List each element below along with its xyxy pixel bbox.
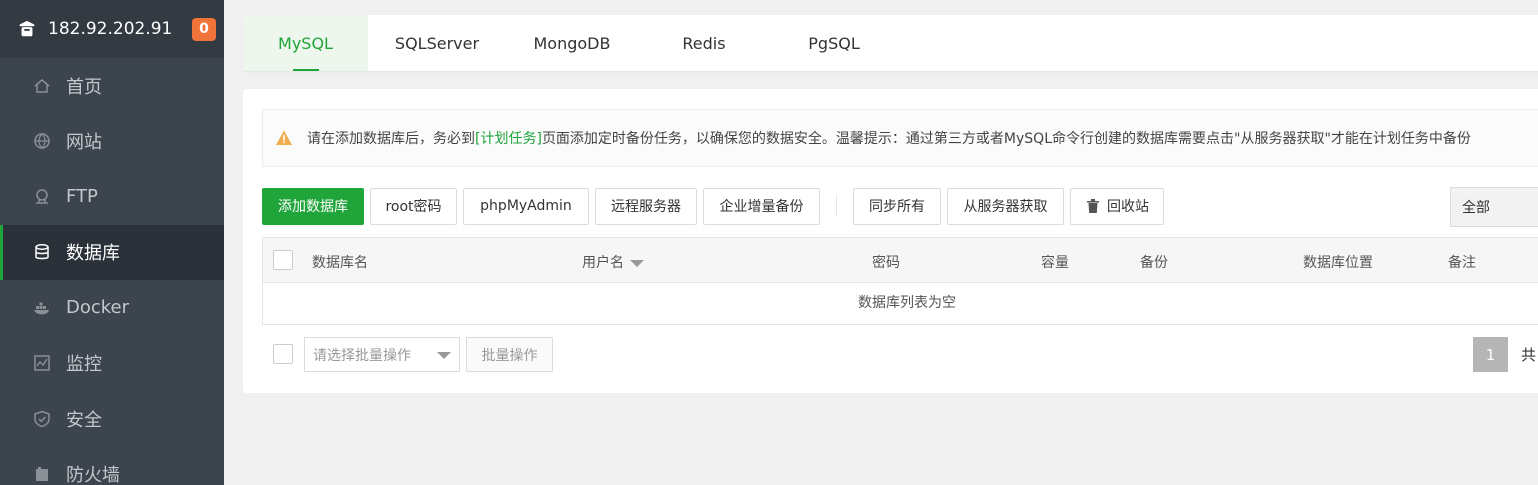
monitor-icon (32, 353, 52, 373)
column-header-location: 数据库位置 (1303, 255, 1373, 271)
sidebar-item-label: 数据库 (66, 243, 120, 265)
backup-alert: 请在添加数据库后，务必到 [计划任务] 页面添加定时备份任务，以确保您的数据安全。温… (262, 109, 1538, 167)
username-header-label: 用户名 (582, 255, 624, 271)
fetch-from-server-button[interactable]: 从服务器获取 (947, 187, 1064, 225)
tab-redis[interactable]: Redis (638, 15, 770, 71)
firewall-icon (32, 464, 52, 484)
sidebar-item-label: 安全 (66, 409, 102, 431)
batch-operation-button[interactable]: 批量操作 (466, 337, 553, 372)
footer-select-checkbox[interactable] (273, 344, 293, 364)
column-header-size: 容量 (1041, 255, 1069, 271)
sidebar-item-monitor[interactable]: 监控 (0, 336, 224, 392)
enterprise-backup-button[interactable]: 企业增量备份 (703, 187, 820, 225)
empty-state: 数据库列表为空 (858, 295, 956, 311)
sidebar-item-label: 首页 (66, 76, 102, 98)
notification-badge[interactable]: 0 (192, 17, 216, 41)
tab-mongodb[interactable]: MongoDB (506, 15, 638, 71)
database-icon (32, 242, 52, 262)
sidebar-item-label: 网站 (66, 132, 102, 154)
tab-pgsql[interactable]: PgSQL (770, 15, 898, 71)
toolbar-divider (836, 195, 837, 217)
column-header-remark: 备注 (1448, 255, 1476, 271)
trash-icon (1087, 199, 1099, 213)
filter-select[interactable]: 全部 (1450, 187, 1538, 227)
sidebar-item-ftp[interactable]: FTP (0, 169, 224, 225)
sync-all-button[interactable]: 同步所有 (853, 187, 941, 225)
database-table: 数据库名 用户名 密码 容量 备份 数据库位置 备注 数据库列表为空 (262, 237, 1538, 325)
home-icon (32, 76, 52, 96)
batch-placeholder: 请选择批量操作 (313, 347, 411, 364)
add-database-button[interactable]: 添加数据库 (262, 187, 364, 225)
sidebar-item-security[interactable]: 安全 (0, 391, 224, 447)
globe-icon (32, 131, 52, 151)
tab-sqlserver[interactable]: SQLServer (368, 15, 506, 71)
warning-icon (276, 130, 292, 145)
sidebar-item-label: Docker (66, 297, 130, 319)
column-header-password: 密码 (872, 255, 900, 271)
column-header-name[interactable]: 数据库名 (312, 252, 368, 272)
remote-server-button[interactable]: 远程服务器 (595, 187, 697, 225)
root-password-button[interactable]: root密码 (370, 187, 457, 225)
ftp-icon (32, 187, 52, 207)
sidebar-item-label: 监控 (66, 354, 102, 376)
sidebar-item-label: FTP (66, 186, 98, 208)
pagination-total: 共 (1521, 346, 1537, 364)
pagination-current-page[interactable]: 1 (1473, 337, 1508, 372)
alert-text-after: 页面添加定时备份任务，以确保您的数据安全。温馨提示：通过第三方或者MySQL命令… (541, 131, 1471, 147)
server-logo-icon (16, 18, 38, 40)
sort-caret-icon (630, 259, 644, 267)
toolbar: 添加数据库 root密码 phpMyAdmin 远程服务器 企业增量备份 同步所… (262, 187, 1170, 225)
sidebar: 182.92.202.91 0 首页 网站 FTP 数据库 Docker 监控 … (0, 0, 224, 485)
cron-task-link[interactable]: [计划任务] (475, 128, 542, 148)
recycle-bin-label: 回收站 (1107, 199, 1149, 215)
server-ip[interactable]: 182.92.202.91 (48, 19, 192, 39)
tab-mysql[interactable]: MySQL (243, 15, 368, 71)
sidebar-item-database[interactable]: 数据库 (0, 224, 224, 280)
phpmyadmin-button[interactable]: phpMyAdmin (463, 187, 589, 225)
sidebar-item-firewall[interactable]: 防火墙 (0, 447, 224, 485)
column-header-username[interactable]: 用户名 (582, 252, 644, 272)
main-panel: 请在添加数据库后，务必到 [计划任务] 页面添加定时备份任务，以确保您的数据安全。温… (243, 89, 1538, 393)
select-all-checkbox[interactable] (273, 250, 293, 270)
sidebar-item-docker[interactable]: Docker (0, 280, 224, 336)
column-header-backup: 备份 (1140, 255, 1168, 271)
sidebar-item-label: 防火墙 (66, 465, 120, 485)
sidebar-item-website[interactable]: 网站 (0, 114, 224, 170)
batch-operation-select[interactable]: 请选择批量操作 (304, 337, 460, 372)
server-header: 182.92.202.91 0 (0, 0, 224, 58)
shield-icon (32, 409, 52, 429)
chevron-down-icon (437, 352, 451, 359)
database-type-tabs: MySQL SQLServer MongoDB Redis PgSQL (243, 15, 1538, 71)
sidebar-item-home[interactable]: 首页 (0, 58, 224, 114)
alert-text-before: 请在添加数据库后，务必到 (307, 131, 475, 147)
docker-icon (32, 298, 52, 318)
table-header: 数据库名 用户名 密码 容量 备份 数据库位置 备注 (263, 238, 1538, 283)
recycle-bin-button[interactable]: 回收站 (1070, 187, 1164, 225)
